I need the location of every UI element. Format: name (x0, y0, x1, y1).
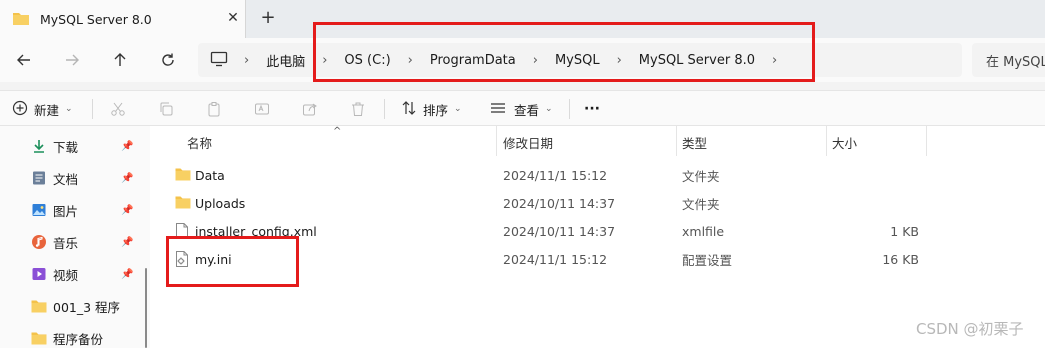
column-header-size[interactable]: 大小 (832, 126, 922, 158)
music-icon (31, 234, 47, 250)
file-modified: 2024/11/1 15:12 (503, 167, 608, 183)
pin-icon[interactable]: 📌 (121, 173, 133, 184)
sidebar-item-label: 视频 (53, 267, 79, 283)
file-name: Data (195, 167, 225, 183)
cut-icon[interactable] (110, 98, 126, 120)
video-icon (31, 266, 47, 282)
pin-icon[interactable]: 📌 (121, 237, 133, 248)
divider (92, 99, 93, 119)
file-size (832, 189, 919, 217)
sidebar-item-label: 程序备份 (53, 331, 104, 347)
sort-label: 排序 (423, 102, 449, 118)
new-tab-button[interactable]: + (258, 8, 278, 28)
chevron-down-icon: ⌄ (454, 104, 462, 114)
file-type: 文件夹 (682, 196, 720, 212)
sidebar-item-label: 图片 (53, 203, 79, 219)
file-modified: 2024/10/11 14:37 (503, 195, 616, 211)
tab-title: MySQL Server 8.0 (40, 11, 152, 27)
divider (569, 99, 570, 119)
delete-icon[interactable] (350, 98, 366, 120)
copy-icon[interactable] (158, 98, 174, 120)
sort-button[interactable]: 排序 ⌄ (401, 98, 462, 120)
file-type: 配置设置 (682, 252, 733, 268)
sidebar-item-label: 音乐 (53, 235, 79, 251)
new-label: 新建 (34, 102, 60, 118)
sidebar-item-pictures[interactable]: 图片 📌 (0, 194, 150, 226)
watermark: CSDN @初栗子 (916, 320, 1024, 338)
picture-icon (31, 202, 47, 218)
close-icon[interactable]: ✕ (226, 11, 240, 25)
chevron-down-icon: ⌄ (65, 104, 73, 114)
more-options-icon[interactable]: ··· (584, 98, 600, 120)
column-divider[interactable] (496, 126, 497, 156)
folder-icon (175, 167, 191, 183)
plus-circle-icon (12, 100, 28, 119)
highlight-box-address (313, 22, 815, 82)
column-header-type[interactable]: 类型 (682, 126, 822, 158)
file-size: 16 KB (882, 251, 919, 267)
sidebar-item-downloads[interactable]: 下载 📌 (0, 130, 150, 162)
file-type: 文件夹 (682, 168, 720, 184)
breadcrumb-this-pc[interactable]: 此电脑 (266, 51, 305, 70)
file-type: xmlfile (682, 223, 725, 239)
share-icon[interactable] (302, 98, 318, 120)
sort-icon (401, 100, 417, 119)
file-modified: 2024/10/11 14:37 (503, 223, 616, 239)
file-size: 1 KB (890, 223, 919, 239)
arrow-right-icon[interactable] (60, 48, 84, 72)
pin-icon[interactable]: 📌 (121, 141, 133, 152)
view-icon (490, 100, 506, 119)
divider (384, 99, 385, 119)
sidebar-item-folder-backup[interactable]: 程序备份 (0, 322, 150, 348)
file-name: Uploads (195, 195, 246, 211)
column-divider[interactable] (826, 126, 827, 156)
column-divider[interactable] (926, 126, 927, 156)
paste-icon[interactable] (206, 98, 222, 120)
folder-icon (175, 195, 191, 211)
pin-icon[interactable]: 📌 (121, 269, 133, 280)
file-row[interactable]: Data 2024/11/1 15:12 文件夹 (150, 161, 1045, 189)
highlight-box-file (166, 236, 299, 287)
folder-icon (31, 330, 47, 346)
arrow-left-icon[interactable] (12, 48, 36, 72)
file-row[interactable]: Uploads 2024/10/11 14:37 文件夹 (150, 189, 1045, 217)
computer-icon (210, 51, 228, 70)
chevron-right-icon: › (244, 52, 250, 68)
new-button[interactable]: 新建 ⌄ (12, 98, 73, 120)
column-divider[interactable] (676, 126, 677, 156)
download-icon (31, 138, 47, 154)
sidebar-item-videos[interactable]: 视频 📌 (0, 258, 150, 290)
rename-icon[interactable] (254, 98, 270, 120)
column-header-modified[interactable]: 修改日期 (503, 126, 673, 158)
sidebar-item-documents[interactable]: 文档 📌 (0, 162, 150, 194)
folder-icon (12, 10, 30, 29)
document-icon (31, 170, 47, 186)
navigation-pane: 下载 📌 文档 📌 图片 📌 音乐 📌 视频 📌 001_3 程序 程序备份 (0, 126, 150, 348)
sidebar-item-label: 文档 (53, 171, 79, 187)
refresh-icon[interactable] (156, 48, 180, 72)
sidebar-item-folder-001[interactable]: 001_3 程序 (0, 290, 150, 322)
search-input[interactable]: 在 MySQL (972, 43, 1045, 77)
chevron-down-icon: ⌄ (545, 104, 553, 114)
pin-icon[interactable]: 📌 (121, 205, 133, 216)
file-modified: 2024/11/1 15:12 (503, 251, 608, 267)
command-bar: 新建 ⌄ 排序 ⌄ 查看 ⌄ ··· (0, 90, 1045, 126)
arrow-up-icon[interactable] (108, 48, 132, 72)
folder-icon (31, 298, 47, 314)
sidebar-item-label: 001_3 程序 (53, 299, 121, 315)
sidebar-scrollbar[interactable] (145, 268, 147, 348)
tab-mysql-server[interactable]: MySQL Server 8.0 ✕ (0, 0, 246, 38)
column-header-name[interactable]: 名称 (187, 126, 487, 158)
sidebar-item-music[interactable]: 音乐 📌 (0, 226, 150, 258)
view-label: 查看 (514, 102, 540, 118)
sidebar-item-label: 下载 (53, 139, 79, 155)
file-size (832, 161, 919, 189)
view-button[interactable]: 查看 ⌄ (490, 98, 553, 120)
